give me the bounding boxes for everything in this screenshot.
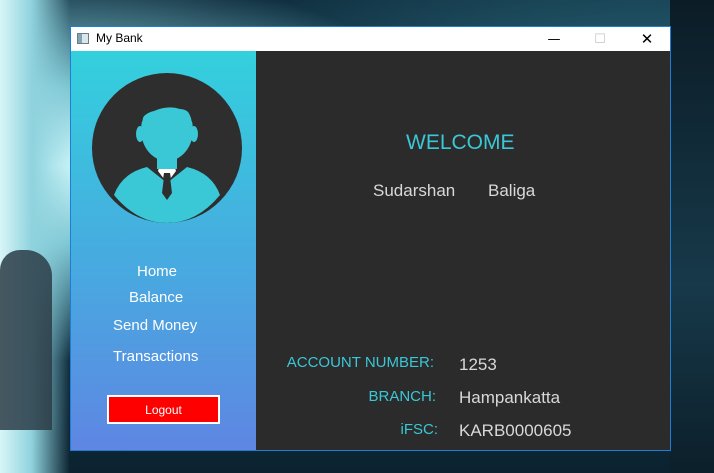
branch-label: BRANCH: (368, 388, 436, 405)
welcome-heading: WELCOME (406, 131, 515, 154)
window-title: My Bank (96, 31, 143, 45)
logout-label: Logout (145, 402, 182, 417)
sidebar: Home Balance Send Money Transactions Log… (71, 51, 256, 450)
nav-balance[interactable]: Balance (129, 289, 183, 306)
close-icon: ✕ (640, 30, 654, 48)
main-panel: WELCOME Sudarshan Baliga ACCOUNT NUMBER:… (256, 51, 670, 450)
user-first-name: Sudarshan (373, 181, 456, 200)
close-button[interactable]: ✕ (624, 27, 670, 51)
account-number-label: ACCOUNT NUMBER: (286, 354, 434, 371)
user-last-name: Baliga (488, 181, 536, 200)
user-avatar-icon (92, 73, 242, 223)
branch-value: Hampankatta (459, 388, 561, 407)
app-window-icon (77, 33, 89, 44)
app-window: My Bank — ☐ ✕ Home Balance Send Money Tr… (70, 26, 671, 451)
nav-send-money[interactable]: Send Money (113, 317, 197, 334)
title-bar[interactable]: My Bank — ☐ ✕ (71, 27, 670, 51)
account-number-value: 1253 (459, 355, 497, 374)
nav-transactions[interactable]: Transactions (113, 348, 198, 365)
user-avatar-graphic (114, 93, 220, 223)
minimize-icon: — (547, 31, 561, 47)
nav-home[interactable]: Home (137, 263, 177, 280)
ifsc-value: KARB0000605 (459, 421, 572, 440)
logout-button[interactable]: Logout (107, 395, 220, 424)
maximize-icon: ☐ (594, 31, 606, 47)
minimize-button[interactable]: — (531, 27, 577, 51)
desktop-background-tree (670, 0, 714, 473)
desktop-background-figure (0, 250, 52, 430)
ifsc-label: iFSC: (400, 421, 439, 438)
maximize-button[interactable]: ☐ (577, 27, 623, 51)
